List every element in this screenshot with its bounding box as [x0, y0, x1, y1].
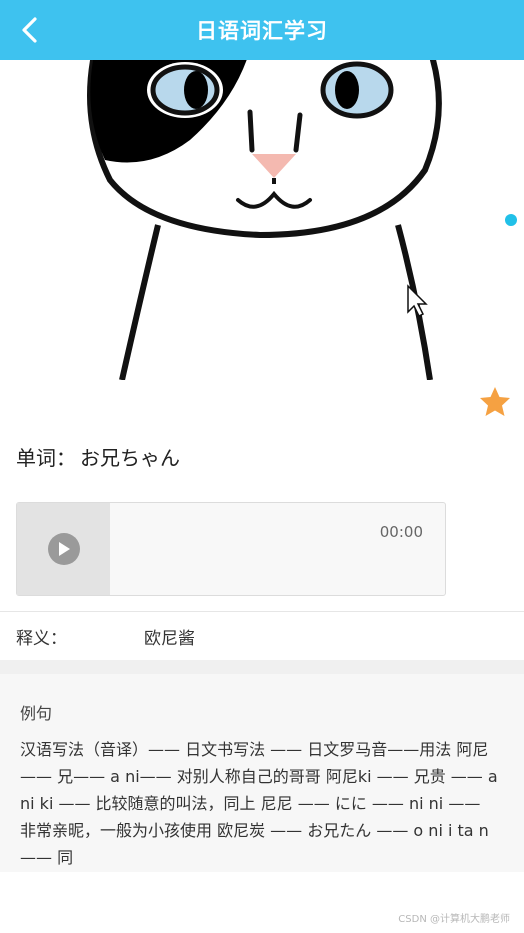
play-icon: [58, 542, 70, 556]
star-icon: [480, 387, 510, 416]
meaning-label: 释义：: [16, 629, 67, 649]
example-section: 例句 汉语写法（音译）—— 日文书写法 —— 日文罗马音——用法 阿尼—— 兄—…: [0, 674, 524, 872]
back-button[interactable]: [10, 10, 50, 50]
audio-play-area: [17, 503, 110, 595]
word-value: お兄ちゃん: [80, 446, 180, 470]
divider: [0, 611, 524, 612]
example-text: 汉语写法（音译）—— 日文书写法 —— 日文罗马音——用法 阿尼—— 兄—— a…: [20, 740, 498, 867]
page-title: 日语词汇学习: [196, 19, 328, 43]
app-header: 日语词汇学习: [0, 0, 524, 60]
audio-player: 00:00: [16, 502, 446, 596]
watermark: CSDN @计算机大鹏老师: [398, 914, 510, 925]
meaning-value: 欧尼酱: [144, 629, 195, 649]
word-illustration: [0, 60, 524, 380]
play-button[interactable]: [47, 533, 80, 565]
example-title: 例句: [20, 704, 53, 723]
section-separator: [0, 660, 524, 674]
chevron-left-icon: [22, 17, 37, 43]
favorite-button[interactable]: [478, 385, 512, 419]
word-row: 单词： お兄ちゃん: [16, 442, 180, 471]
meaning-row: 释义： 欧尼酱: [16, 624, 195, 649]
audio-time: 00:00: [379, 523, 423, 541]
word-label: 单词：: [16, 446, 76, 470]
